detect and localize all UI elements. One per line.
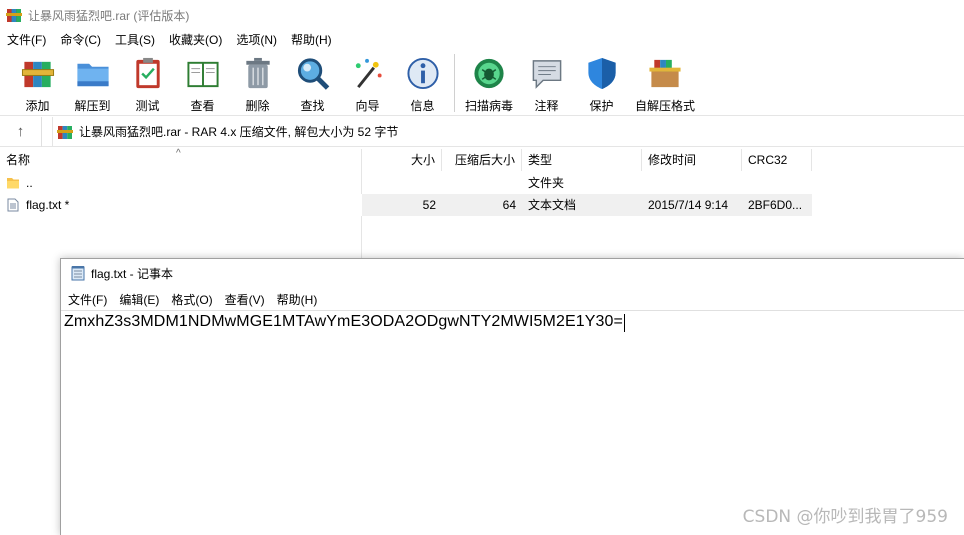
open-book-icon [186,61,219,88]
menu-file[interactable]: 文件(F) [0,30,53,50]
protect-label: 保护 [589,99,614,113]
file-modified: 2015/7/14 9:14 [648,198,729,212]
folder-icon [7,178,19,189]
sfx-label: 自解压格式 [634,99,695,113]
file-type: 文件夹 [528,176,565,190]
file-crc: 2BF6D0... [748,198,803,212]
sfx-box-icon [649,59,681,88]
text-file-icon [7,198,19,212]
comment-label: 注释 [534,99,559,113]
add-button[interactable]: 添加 [10,52,65,114]
delete-label: 删除 [245,99,270,113]
notepad-menu-view[interactable]: 查看(V) [219,290,271,310]
notepad-titlebar: flag.txt - 记事本 [61,259,964,287]
protect-button[interactable]: 保护 [574,52,629,114]
menu-tools[interactable]: 工具(S) [108,30,162,50]
menu-help[interactable]: 帮助(H) [284,30,339,50]
virus-scan-button[interactable]: 扫描病毒 [459,52,519,114]
find-label: 查找 [300,99,325,113]
file-packed-size: 64 [502,198,516,212]
column-modified[interactable]: 修改时间 [642,149,742,171]
menu-options[interactable]: 选项(N) [229,30,284,50]
file-type: 文本文档 [528,198,577,212]
file-list-header: 名称 ^ 大小 压缩后大小 类型 修改时间 CRC32 [0,148,812,171]
winrar-titlebar: 让暴风雨猛烈吧.rar (评估版本) [0,0,964,30]
notepad-title: flag.txt - 记事本 [91,266,174,281]
virus-scan-icon [474,58,504,89]
menu-favorites[interactable]: 收藏夹(O) [162,30,229,50]
menu-commands[interactable]: 命令(C) [53,30,108,50]
add-label: 添加 [25,99,50,113]
wizard-button[interactable]: 向导 [340,52,395,114]
test-label: 测试 [135,99,160,113]
rar-file-icon [57,125,73,139]
column-name[interactable]: 名称 ^ [0,148,362,171]
path-bar: ↑ 让暴风雨猛烈吧.rar - RAR 4.x 压缩文件, 解包大小为 52 字… [0,116,964,147]
sfx-button[interactable]: 自解压格式 [629,52,701,114]
folder-extract-icon [76,63,109,87]
text-caret [623,313,625,332]
speech-bubble-icon [532,60,561,89]
notepad-menu-file[interactable]: 文件(F) [61,290,113,310]
winrar-app-icon [6,9,22,22]
path-display[interactable]: 让暴风雨猛烈吧.rar - RAR 4.x 压缩文件, 解包大小为 52 字节 [52,116,399,147]
shield-icon [587,57,616,90]
column-type[interactable]: 类型 [522,149,642,171]
column-size[interactable]: 大小 [362,149,442,171]
info-label: 信息 [410,99,435,113]
file-name: .. [26,176,33,190]
magnifier-icon [297,58,329,90]
winrar-menubar: 文件(F) 命令(C) 工具(S) 收藏夹(O) 选项(N) 帮助(H) [0,30,964,50]
column-packed-size[interactable]: 压缩后大小 [442,149,522,171]
magic-wand-icon [355,58,382,89]
books-archive-icon [21,61,54,88]
comment-button[interactable]: 注释 [519,52,574,114]
column-crc32[interactable]: CRC32 [742,149,812,171]
window-title: 让暴风雨猛烈吧.rar (评估版本) [28,8,190,23]
toolbar-separator [454,54,455,112]
arrow-up-icon: ↑ [16,123,25,140]
info-button[interactable]: 信息 [395,52,450,114]
trash-can-icon [245,57,270,89]
file-size [362,172,442,194]
file-name: flag.txt * [26,198,70,212]
path-text: 让暴风雨猛烈吧.rar - RAR 4.x 压缩文件, 解包大小为 52 字节 [79,125,399,139]
sort-up-icon: ^ [176,148,181,159]
virus-scan-label: 扫描病毒 [464,99,513,113]
delete-button[interactable]: 删除 [230,52,285,114]
notepad-window: flag.txt - 记事本 文件(F) 编辑(E) 格式(O) 查看(V) 帮… [60,258,964,535]
info-icon [406,57,439,90]
view-label: 查看 [190,99,215,113]
find-button[interactable]: 查找 [285,52,340,114]
up-button[interactable]: ↑ [0,116,42,147]
notepad-menu-format[interactable]: 格式(O) [165,290,218,310]
wizard-label: 向导 [355,99,380,113]
winrar-toolbar: 添加 解压到 测试 查看 删除 查找 向导 信息 扫描病毒 注释 保护 自解压格… [0,52,964,116]
clipboard-check-icon [135,57,160,89]
test-button[interactable]: 测试 [120,52,175,114]
file-crc [742,172,812,194]
watermark: CSDN @你吵到我胃了959 [742,507,948,527]
notepad-menubar: 文件(F) 编辑(E) 格式(O) 查看(V) 帮助(H) [61,289,964,311]
notepad-menu-help[interactable]: 帮助(H) [271,290,324,310]
notepad-menu-edit[interactable]: 编辑(E) [113,290,165,310]
file-size: 52 [422,198,436,212]
notepad-content: ZmxhZ3s3MDM1NDMwMGE1MTAwYmE3ODA2ODgwNTY2… [64,313,623,330]
extract-to-button[interactable]: 解压到 [65,52,120,114]
table-row[interactable]: flag.txt * 52 64 文本文档 2015/7/14 9:14 2BF… [0,194,812,216]
notepad-icon [71,266,85,281]
file-packed-size [442,172,522,194]
view-button[interactable]: 查看 [175,52,230,114]
extract-to-label: 解压到 [74,99,111,113]
table-row[interactable]: .. 文件夹 [0,172,812,194]
file-modified [642,172,742,194]
